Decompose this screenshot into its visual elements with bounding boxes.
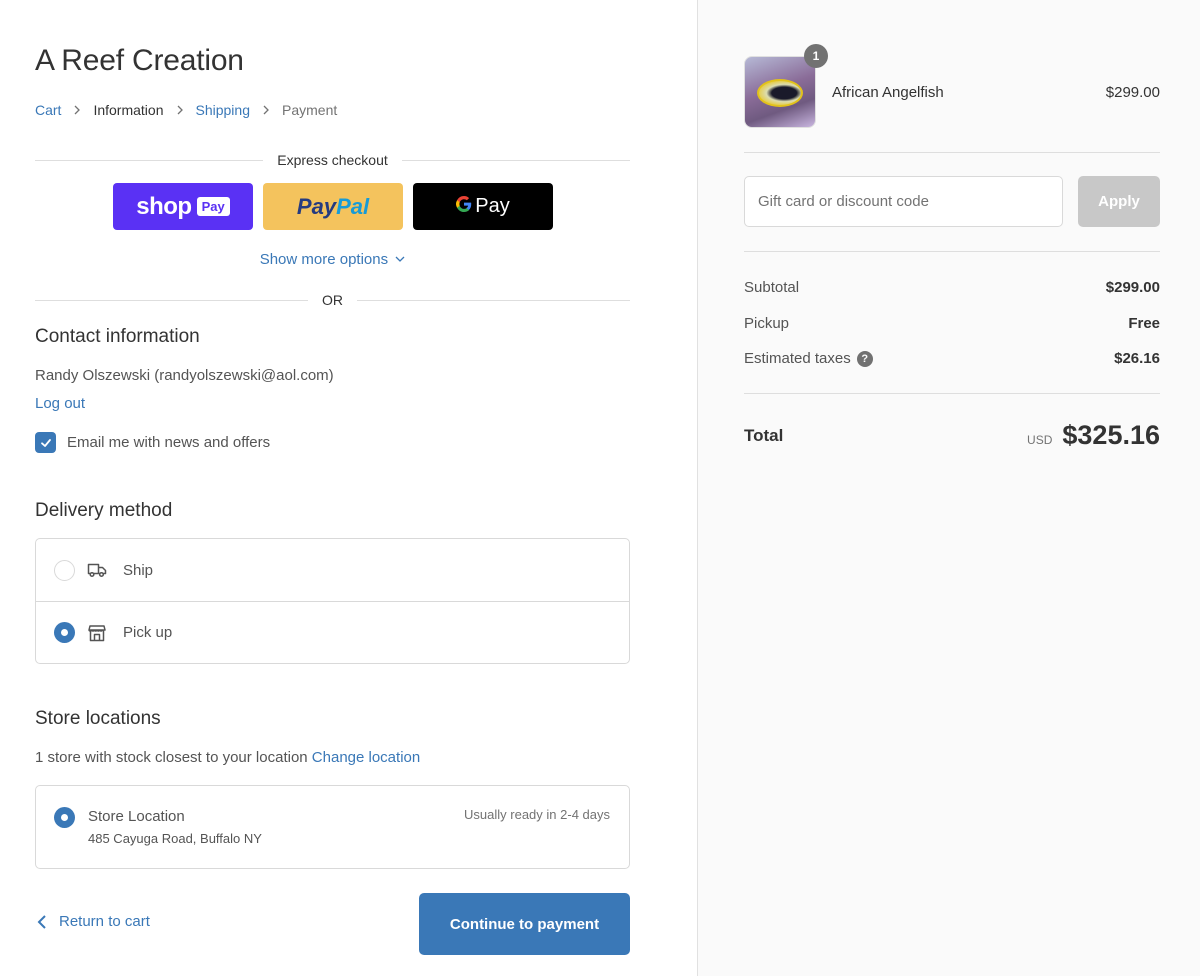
- chevron-left-icon: [37, 914, 46, 929]
- store-locations-title: Store locations: [35, 708, 161, 729]
- delivery-option-pickup[interactable]: Pick up: [36, 601, 629, 663]
- delivery-section-title: Delivery method: [35, 500, 173, 521]
- return-to-cart-link[interactable]: Return to cart: [37, 913, 150, 930]
- show-more-label: Show more options: [259, 251, 389, 268]
- store-location-address: 485 Cayuga Road, Buffalo NY: [88, 831, 262, 846]
- subtotal-value: $299.00: [1105, 279, 1160, 296]
- shop-pay-badge: Pay: [196, 197, 230, 216]
- quantity-badge: 1: [804, 44, 828, 68]
- google-g-icon: [456, 195, 472, 218]
- paypal-logo-part1: Pay: [296, 193, 337, 219]
- checkout-main: A Reef Creation Cart Information Shippin…: [0, 0, 697, 976]
- return-to-cart-label: Return to cart: [59, 913, 150, 930]
- breadcrumb-information: Information: [93, 102, 164, 118]
- pickup-label: Pick up: [123, 624, 173, 641]
- express-checkout-header: Express checkout: [35, 150, 630, 170]
- subtotal-row: Subtotal $299.00: [744, 279, 1160, 296]
- breadcrumb: Cart Information Shipping Payment: [35, 102, 337, 118]
- store-icon: [87, 623, 107, 643]
- pickup-fee-label: Pickup: [744, 315, 790, 332]
- delivery-option-ship[interactable]: Ship: [36, 539, 629, 601]
- total-row: Total USD $325.16: [744, 420, 1160, 451]
- fish-image: [757, 79, 803, 107]
- change-location-link[interactable]: Change location: [312, 749, 420, 766]
- breadcrumb-shipping[interactable]: Shipping: [196, 102, 251, 118]
- total-amount-wrap: USD $325.16: [1027, 420, 1160, 451]
- show-more-options: Show more options: [0, 251, 665, 268]
- cart-item: 1 African Angelfish $299.00: [744, 44, 1160, 128]
- shop-pay-button[interactable]: shop Pay: [113, 183, 253, 230]
- taxes-value: $26.16: [1114, 350, 1160, 367]
- google-pay-label: Pay: [475, 195, 510, 217]
- chevron-down-icon: [395, 256, 405, 262]
- breadcrumb-cart[interactable]: Cart: [35, 102, 61, 118]
- divider: [744, 251, 1160, 252]
- breadcrumb-payment: Payment: [282, 102, 338, 118]
- or-label: OR: [322, 292, 343, 308]
- divider: [357, 299, 630, 301]
- store-location-name: Store Location: [88, 808, 185, 825]
- email-opt-checkbox[interactable]: [35, 432, 56, 453]
- store-title: A Reef Creation: [35, 44, 244, 77]
- show-more-options-link[interactable]: Show more options: [260, 251, 406, 268]
- product-name: African Angelfish: [832, 84, 944, 101]
- taxes-row: Estimated taxes ? $26.16: [744, 350, 1160, 367]
- divider: [744, 152, 1160, 153]
- paypal-logo-part2: Pal: [336, 193, 370, 219]
- total-amount: $325.16: [1062, 420, 1160, 450]
- store-locations-subtitle-text: 1 store with stock closest to your locat…: [35, 749, 308, 766]
- ship-label: Ship: [123, 561, 154, 579]
- taxes-label: Estimated taxes: [744, 350, 851, 367]
- apply-discount-button[interactable]: Apply: [1078, 176, 1160, 227]
- subtotal-label: Subtotal: [744, 279, 800, 296]
- contact-section-title: Contact information: [35, 326, 200, 347]
- product-price: $299.00: [1105, 84, 1160, 101]
- divider: [401, 159, 630, 161]
- truck-icon: [87, 560, 107, 580]
- product-thumbnail: [744, 56, 816, 128]
- store-location-option[interactable]: Store Location 485 Cayuga Road, Buffalo …: [35, 785, 630, 869]
- divider: [35, 299, 308, 301]
- pickup-fee-value: Free: [1128, 315, 1160, 332]
- divider: [744, 393, 1160, 394]
- total-label: Total: [744, 425, 784, 445]
- store-location-ready-time: Usually ready in 2-4 days: [464, 807, 610, 822]
- email-opt-label: Email me with news and offers: [67, 434, 271, 451]
- taxes-label-wrap: Estimated taxes ?: [744, 350, 873, 367]
- delivery-options: Ship Pick up: [35, 538, 630, 664]
- or-divider: OR: [35, 290, 630, 310]
- email-opt-in[interactable]: Email me with news and offers: [35, 432, 270, 453]
- checkmark-icon: [40, 438, 51, 447]
- divider: [35, 159, 264, 161]
- store-location-radio[interactable]: [54, 807, 75, 828]
- continue-to-payment-button[interactable]: Continue to payment: [419, 893, 630, 955]
- contact-user: Randy Olszewski (randyolszewski@aol.com): [35, 367, 334, 384]
- discount-code-input[interactable]: [744, 176, 1063, 227]
- pickup-radio[interactable]: [54, 622, 75, 643]
- chevron-right-icon: [261, 105, 271, 115]
- ship-radio[interactable]: [54, 559, 75, 581]
- shop-pay-logo: shop: [136, 192, 192, 220]
- google-pay-button[interactable]: Pay: [413, 183, 553, 230]
- store-locations-subtitle: 1 store with stock closest to your locat…: [35, 749, 420, 766]
- order-summary: 1 African Angelfish $299.00 Apply Subtot…: [697, 0, 1200, 976]
- currency-code: USD: [1027, 433, 1053, 447]
- pickup-row: Pickup Free: [744, 315, 1160, 332]
- chevron-right-icon: [175, 105, 185, 115]
- chevron-right-icon: [72, 105, 82, 115]
- help-icon[interactable]: ?: [856, 350, 873, 367]
- express-checkout-title: Express checkout: [277, 152, 388, 168]
- paypal-button[interactable]: Pay Pal: [263, 183, 403, 230]
- logout-link[interactable]: Log out: [35, 395, 85, 412]
- express-buttons: shop Pay Pay Pal Pay: [113, 183, 553, 230]
